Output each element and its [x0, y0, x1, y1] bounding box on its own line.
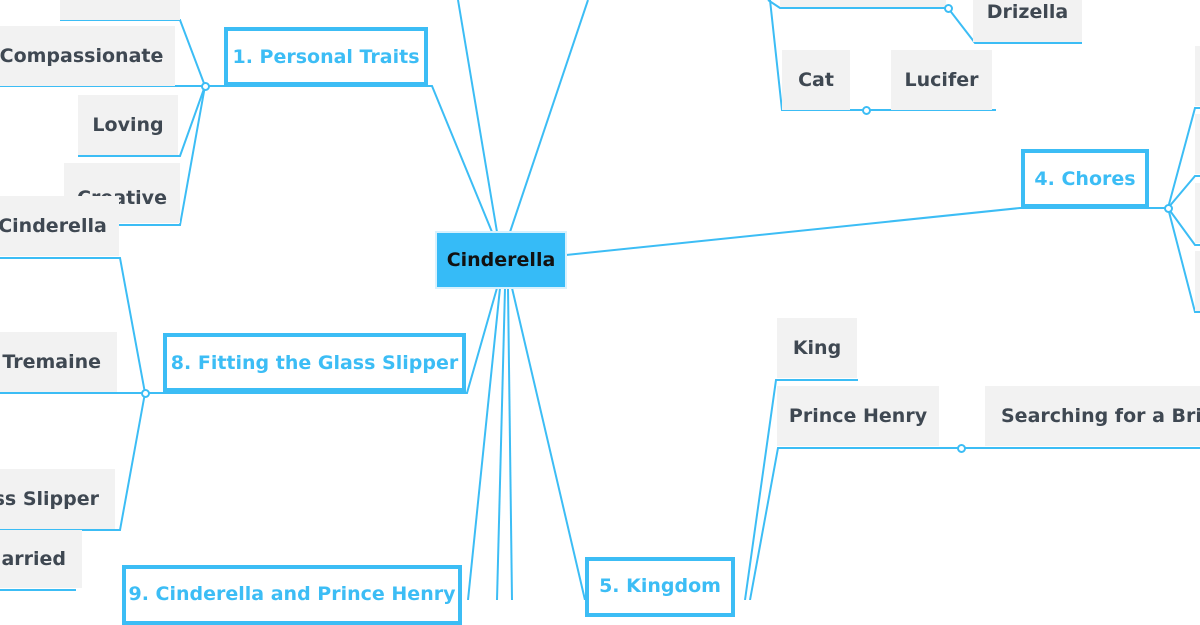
collapse-knob-prince-henry[interactable]	[957, 444, 966, 453]
collapse-knob-cat[interactable]	[862, 106, 871, 115]
chore-item-2[interactable]	[1195, 114, 1200, 174]
branch-fitting-glass-slipper[interactable]: 8. Fitting the Glass Slipper	[163, 333, 466, 392]
collapse-knob-family[interactable]	[944, 4, 953, 13]
connection-lines	[0, 0, 1200, 600]
leaf-king[interactable]: King	[777, 318, 857, 378]
collapse-knob-chores[interactable]	[1164, 204, 1173, 213]
leaf-top-hidden[interactable]	[60, 0, 180, 20]
collapse-knob-fitting[interactable]	[141, 389, 150, 398]
leaf-glass-slipper[interactable]: Glass Slipper	[0, 469, 115, 529]
chore-item-1[interactable]	[1195, 46, 1200, 106]
leaf-top-right-hidden[interactable]	[780, 0, 946, 7]
collapse-knob-personal-traits[interactable]	[201, 82, 210, 91]
leaf-cat[interactable]: Cat	[782, 50, 850, 110]
leaf-loving[interactable]: Loving	[78, 95, 178, 155]
leaf-drizella[interactable]: Drizella	[973, 0, 1082, 42]
root-node-cinderella[interactable]: Cinderella	[435, 231, 567, 289]
leaf-prince-henry[interactable]: Prince Henry	[777, 386, 939, 446]
branch-kingdom[interactable]: 5. Kingdom	[585, 557, 735, 617]
chore-item-4[interactable]	[1195, 251, 1200, 311]
leaf-compassionate[interactable]: Compassionate	[0, 26, 175, 86]
chore-item-3[interactable]	[1195, 183, 1200, 243]
branch-chores[interactable]: 4. Chores	[1021, 149, 1149, 208]
leaf-lady-tremaine[interactable]: Lady Tremaine	[0, 332, 117, 392]
leaf-lucifer[interactable]: Lucifer	[891, 50, 992, 110]
leaf-cinderella[interactable]: Cinderella	[0, 196, 119, 256]
branch-cinderella-and-prince-henry[interactable]: 9. Cinderella and Prince Henry	[122, 565, 462, 625]
branch-personal-traits[interactable]: 1. Personal Traits	[224, 27, 428, 86]
leaf-married[interactable]: Married	[0, 530, 82, 588]
leaf-searching-for-a-bride[interactable]: Searching for a Bride	[985, 386, 1200, 446]
